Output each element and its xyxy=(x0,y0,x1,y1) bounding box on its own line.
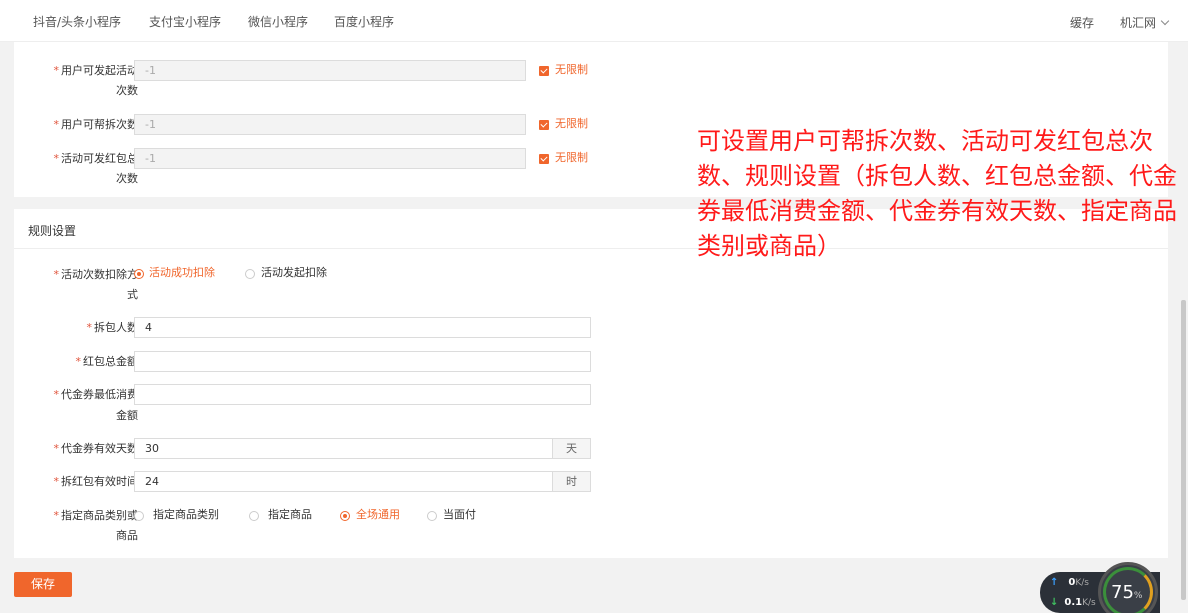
deduct-mode-label: * 活动次数扣除方 xyxy=(53,268,139,281)
required-star: * xyxy=(53,268,60,281)
open-time-input[interactable]: 24 时 xyxy=(134,471,591,492)
required-star: * xyxy=(53,442,60,455)
hours-unit-suffix: 时 xyxy=(552,472,590,491)
required-star: * xyxy=(53,64,60,77)
cache-link[interactable]: 缓存 xyxy=(1070,14,1094,31)
deduct-launch-text: 活动发起扣除 xyxy=(261,266,327,279)
redpack-count-label-2: 次数 xyxy=(116,172,138,185)
save-button[interactable]: 保存 xyxy=(14,572,72,597)
annotation-overlay: 可设置用户可帮拆次数、活动可发红包总次数、规则设置（拆包人数、红包总金额、代金券… xyxy=(697,127,1177,260)
deduct-success-radio[interactable] xyxy=(134,269,144,279)
coupon-min-label: * 代金券最低消费 xyxy=(53,388,139,401)
scope-label: * 指定商品类别或 xyxy=(53,509,139,522)
download-speed: ↓ 0.1K/s xyxy=(1050,597,1096,608)
total-amount-input[interactable] xyxy=(134,351,591,372)
gauge-value: 75% xyxy=(1111,582,1143,603)
launch-count-label: * 用户可发起活动 xyxy=(53,64,139,77)
coupon-days-label: * 代金券有效天数 xyxy=(53,442,139,455)
tab-douyin-toutiao[interactable]: 抖音/头条小程序 xyxy=(33,13,121,30)
people-label: * 拆包人数 xyxy=(86,321,139,334)
top-nav-bar: 抖音/头条小程序 支付宝小程序 微信小程序 百度小程序 缓存 机汇网 xyxy=(0,0,1188,42)
arrow-up-icon: ↑ xyxy=(1050,577,1059,588)
tab-alipay[interactable]: 支付宝小程序 xyxy=(149,13,221,30)
coupon-days-value: 30 xyxy=(145,442,159,455)
required-star: * xyxy=(86,321,93,334)
help-count-input[interactable]: -1 xyxy=(134,114,526,135)
redpack-count-label: * 活动可发红包总 xyxy=(53,152,139,165)
memory-gauge[interactable]: 75% xyxy=(1098,562,1158,613)
tab-baidu[interactable]: 百度小程序 xyxy=(334,13,394,30)
launch-count-input[interactable]: -1 xyxy=(134,60,526,81)
required-star: * xyxy=(75,355,82,368)
redpack-unlimited-checkbox[interactable] xyxy=(539,154,549,164)
days-unit-suffix: 天 xyxy=(552,439,590,458)
scope-category-radio[interactable] xyxy=(134,511,144,521)
required-star: * xyxy=(53,118,60,131)
user-menu-label: 机汇网 xyxy=(1120,16,1157,30)
open-time-label: * 拆红包有效时间 xyxy=(53,475,139,488)
launch-count-label-2: 次数 xyxy=(116,84,138,97)
coupon-min-label-2: 金额 xyxy=(116,409,138,422)
scope-in-person-text: 当面付 xyxy=(443,508,476,521)
launch-unlimited-text: 无限制 xyxy=(555,63,588,76)
required-star: * xyxy=(53,509,60,522)
open-time-value: 24 xyxy=(145,475,159,488)
page-scrollbar[interactable] xyxy=(1181,300,1186,600)
help-unlimited-checkbox[interactable] xyxy=(539,120,549,130)
help-unlimited-text: 无限制 xyxy=(555,117,588,130)
scope-category-text: 指定商品类别 xyxy=(153,508,219,521)
scope-all-radio[interactable] xyxy=(340,511,350,521)
scope-product-radio[interactable] xyxy=(249,511,259,521)
upload-speed: ↑ 0K/s xyxy=(1050,577,1089,588)
coupon-days-input[interactable]: 30 天 xyxy=(134,438,591,459)
people-input[interactable]: 4 xyxy=(134,317,591,338)
user-menu[interactable]: 机汇网 xyxy=(1120,14,1170,31)
arrow-down-icon: ↓ xyxy=(1050,597,1059,608)
chevron-down-icon xyxy=(1160,16,1170,26)
deduct-launch-radio[interactable] xyxy=(245,269,255,279)
coupon-min-input[interactable] xyxy=(134,384,591,405)
redpack-unlimited-text: 无限制 xyxy=(555,151,588,164)
deduct-mode-label-2: 式 xyxy=(127,288,138,301)
launch-unlimited-checkbox[interactable] xyxy=(539,66,549,76)
scope-product-text: 指定商品 xyxy=(268,508,312,521)
required-star: * xyxy=(53,475,60,488)
scope-in-person-radio[interactable] xyxy=(427,511,437,521)
redpack-count-input[interactable]: -1 xyxy=(134,148,526,169)
tab-wechat[interactable]: 微信小程序 xyxy=(248,13,308,30)
total-amount-label: * 红包总金额 xyxy=(75,355,139,368)
help-count-label: * 用户可帮拆次数 xyxy=(53,118,139,131)
scope-label-2: 商品 xyxy=(116,529,138,542)
required-star: * xyxy=(53,152,60,165)
required-star: * xyxy=(53,388,60,401)
scope-all-text: 全场通用 xyxy=(356,508,400,521)
rules-section-title: 规则设置 xyxy=(28,224,77,238)
deduct-success-text: 活动成功扣除 xyxy=(149,266,215,279)
